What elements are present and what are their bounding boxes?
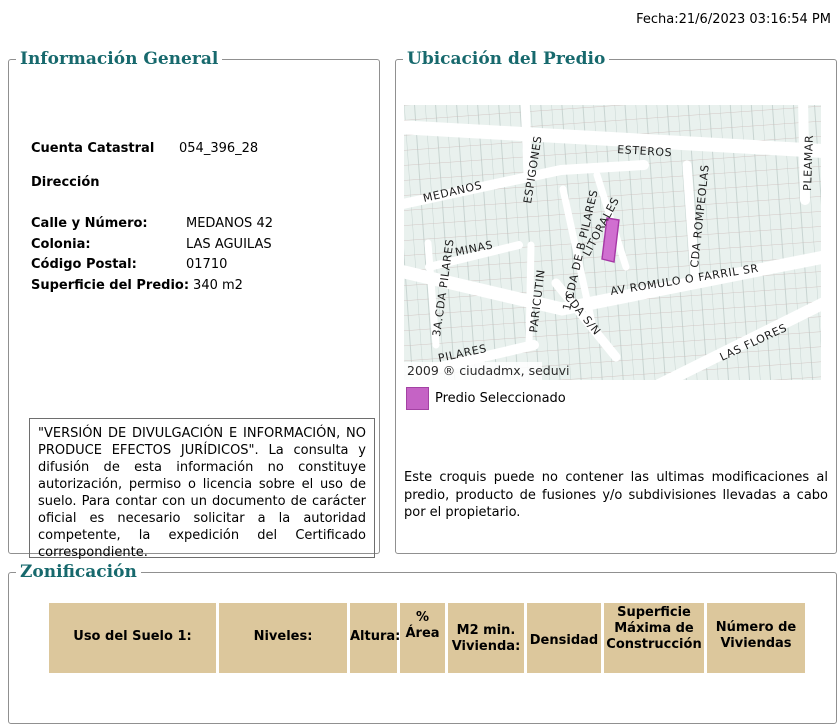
col-header-densidad: Densidad — [527, 603, 601, 673]
codigo-postal-label: Código Postal: — [31, 257, 137, 272]
col-header-numero-viviendas: Número de Viviendas — [707, 603, 805, 673]
colonia-value: LAS AGUILAS — [186, 237, 272, 252]
superficie-label: Superficie del Predio: — [31, 278, 190, 293]
map-legend: Predio Seleccionado — [406, 387, 566, 410]
cuenta-catastral-row: Cuenta Catastral 054_396_28 — [31, 141, 258, 156]
col-header-altura: Altura: — [350, 603, 400, 673]
map-attribution: 2009 ® ciudadmx, seduvi — [407, 363, 570, 378]
location-panel: Ubicación del Predio ESTEROS MEDANOS ESP… — [395, 49, 837, 554]
selected-parcel-swatch — [406, 387, 429, 410]
cuenta-catastral-label: Cuenta Catastral — [31, 141, 155, 156]
col-header-m2-min-vivienda: M2 min. Vivienda: — [448, 603, 524, 673]
calle-numero-value: MEDANOS 42 — [186, 216, 273, 231]
colonia-row: Colonia: LAS AGUILAS — [31, 237, 272, 252]
general-info-title: Información General — [20, 49, 219, 69]
col-header-superficie-maxima: Superficie Máxima de Construcción — [604, 603, 704, 673]
superficie-row: Superficie del Predio: 340 m2 — [31, 278, 243, 293]
superficie-value: 340 m2 — [193, 278, 243, 293]
zoning-table-header-row: Uso del Suelo 1: Niveles: Altura: % Área… — [49, 603, 805, 673]
report-date: Fecha:21/6/2023 03:16:54 PM — [636, 12, 831, 27]
location-title: Ubicación del Predio — [407, 49, 606, 69]
direccion-heading: Dirección — [31, 175, 100, 190]
col-header-uso-del-suelo: Uso del Suelo 1: — [49, 603, 216, 673]
col-header-pct-area: % Área — [400, 603, 445, 673]
street-label-pleamar: PLEAMAR — [801, 135, 816, 192]
calle-numero-label: Calle y Número: — [31, 216, 148, 231]
zoning-title: Zonificación — [20, 562, 137, 582]
calle-numero-row: Calle y Número: MEDANOS 42 — [31, 216, 273, 231]
col-header-niveles: Niveles: — [219, 603, 347, 673]
selected-parcel-legend-label: Predio Seleccionado — [435, 391, 566, 406]
codigo-postal-value: 01710 — [186, 257, 228, 272]
zoning-panel: Zonificación Uso del Suelo 1: Niveles: A… — [8, 562, 837, 724]
colonia-label: Colonia: — [31, 237, 91, 252]
cuenta-catastral-value: 054_396_28 — [179, 141, 259, 156]
cadastral-map[interactable]: ESTEROS MEDANOS ESPIGONES PLEAMAR CDA RO… — [404, 105, 821, 380]
legal-disclaimer: "VERSIÓN DE DIVULGACIÓN E INFORMACIÓN, N… — [29, 418, 375, 560]
general-info-panel: Información General Cuenta Catastral 054_… — [8, 49, 380, 560]
map-canvas[interactable]: ESTEROS MEDANOS ESPIGONES PLEAMAR CDA RO… — [404, 105, 821, 380]
codigo-postal-row: Código Postal: 01710 — [31, 257, 227, 272]
croquis-note: Este croquis puede no contener las ultim… — [404, 470, 828, 520]
